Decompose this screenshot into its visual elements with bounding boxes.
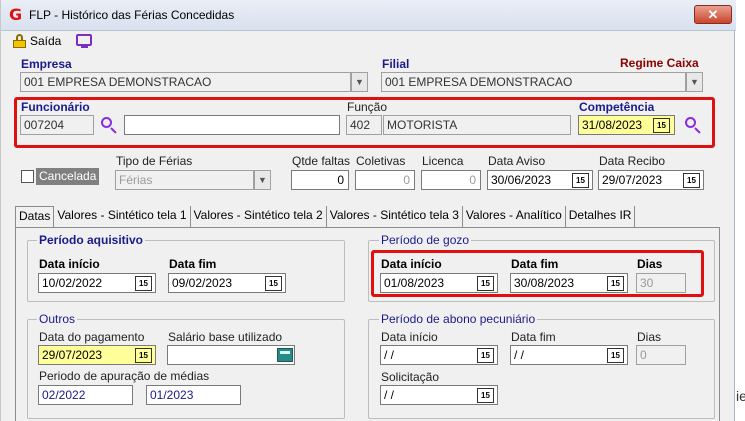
apuracao-label: Periodo de apuração de médias xyxy=(39,369,210,383)
licenca-label: Licenca xyxy=(422,154,464,168)
gozo-fim-calendar-icon[interactable]: 15 xyxy=(607,276,624,291)
exit-label: Saída xyxy=(30,34,62,48)
exit-button[interactable]: Saída xyxy=(13,33,61,49)
gozo-fim-label: Data fim xyxy=(511,257,559,271)
search-funcionario-icon[interactable] xyxy=(100,116,118,134)
tab-valores-analitico[interactable]: Valores - Analítico xyxy=(463,206,566,227)
tab-valores-sintetico-3[interactable]: Valores - Sintético tela 3 xyxy=(327,206,463,227)
aquisitivo-inicio-label: Data início xyxy=(39,257,100,271)
abono-inicio-calendar-icon[interactable]: 15 xyxy=(477,348,494,363)
tab-detalhes-ir[interactable]: Detalhes IR xyxy=(566,206,636,227)
background-edge-text: ie xyxy=(736,388,745,404)
apuracao-fim-field[interactable]: 01/2023 xyxy=(146,385,241,405)
filial-select[interactable]: 001 EMPRESA DEMONSTRACAO xyxy=(381,72,686,92)
funcionario-label: Funcionário xyxy=(21,100,90,114)
gozo-dias-label: Dias xyxy=(637,257,663,271)
competencia-label: Competência xyxy=(579,100,655,114)
aquisitivo-fim-calendar-icon[interactable]: 15 xyxy=(265,276,282,291)
periodo-aquisitivo-title: Período aquisitivo xyxy=(37,233,146,247)
close-button[interactable]: ✕ xyxy=(694,5,732,24)
tab-valores-sintetico-2[interactable]: Valores - Sintético tela 2 xyxy=(191,206,327,227)
filial-dropdown-button[interactable]: ▼ xyxy=(686,72,703,92)
main-window: G FLP - Histórico das Férias Concedidas … xyxy=(0,0,736,421)
outros-title: Outros xyxy=(37,312,78,326)
abono-dias-label: Dias xyxy=(637,330,662,344)
pagamento-label: Data do pagamento xyxy=(39,330,145,344)
funcao-name-field: MOTORISTA xyxy=(383,115,571,135)
periodo-gozo-title: Período de gozo xyxy=(379,233,472,247)
empresa-label: Empresa xyxy=(21,57,72,71)
empresa-select[interactable]: 001 EMPRESA DEMONSTRACAO xyxy=(20,72,351,92)
salario-field[interactable] xyxy=(167,345,295,365)
aquisitivo-inicio-calendar-icon[interactable]: 15 xyxy=(135,276,152,291)
tipo-ferias-dropdown-button[interactable]: ▼ xyxy=(254,170,271,190)
filial-label: Filial xyxy=(382,57,410,71)
app-logo-icon: G xyxy=(9,5,23,24)
title-bar[interactable]: G FLP - Histórico das Férias Concedidas … xyxy=(1,0,736,31)
coletivas-field[interactable]: 0 xyxy=(355,170,415,190)
salario-label: Salário base utilizado xyxy=(168,330,283,344)
funcao-code-field: 402 xyxy=(346,115,382,135)
data-recibo-calendar-icon[interactable]: 15 xyxy=(683,173,700,188)
coletivas-label: Coletivas xyxy=(356,154,406,168)
tipo-ferias-select[interactable]: Férias xyxy=(115,170,254,190)
calculator-icon[interactable] xyxy=(277,348,293,362)
data-aviso-label: Data Aviso xyxy=(488,154,546,168)
tab-strip: Datas Valores - Sintético tela 1 Valores… xyxy=(15,206,636,229)
gozo-inicio-calendar-icon[interactable]: 15 xyxy=(477,276,494,291)
faltas-field[interactable]: 0 xyxy=(291,170,349,190)
gozo-dias-field: 30 xyxy=(636,273,686,293)
competencia-calendar-icon[interactable]: 15 xyxy=(653,118,670,133)
funcionario-code-field[interactable]: 007204 xyxy=(20,115,94,135)
lock-icon xyxy=(13,34,26,48)
tab-datas[interactable]: Datas xyxy=(15,206,55,229)
aquisitivo-fim-label: Data fim xyxy=(169,257,217,271)
window-title: FLP - Histórico das Férias Concedidas xyxy=(29,8,235,22)
search-competencia-icon[interactable] xyxy=(684,116,702,134)
solicitacao-calendar-icon[interactable]: 15 xyxy=(477,388,494,403)
abono-dias-field: 0 xyxy=(636,345,686,365)
cancelada-label: Cancelada xyxy=(36,168,100,185)
funcionario-name-field[interactable] xyxy=(124,115,340,135)
faltas-label: Qtde faltas xyxy=(292,154,351,168)
monitor-icon[interactable] xyxy=(76,34,92,48)
funcao-label: Função xyxy=(347,100,388,114)
pagamento-calendar-icon[interactable]: 15 xyxy=(135,348,152,363)
tipo-ferias-label: Tipo de Férias xyxy=(116,154,193,168)
abono-title: Período de abono pecuniário xyxy=(379,312,538,326)
licenca-field[interactable]: 0 xyxy=(421,170,481,190)
abono-fim-label: Data fim xyxy=(511,330,556,344)
regime-caixa-label: Regime Caixa xyxy=(620,56,699,70)
apuracao-inicio-field[interactable]: 02/2022 xyxy=(38,385,133,405)
solicitacao-label: Solicitação xyxy=(381,370,440,384)
abono-inicio-label: Data início xyxy=(381,330,438,344)
abono-fim-calendar-icon[interactable]: 15 xyxy=(607,348,624,363)
gozo-inicio-label: Data início xyxy=(381,257,442,271)
empresa-dropdown-button[interactable]: ▼ xyxy=(351,72,368,92)
data-aviso-calendar-icon[interactable]: 15 xyxy=(572,173,589,188)
cancelada-checkbox[interactable] xyxy=(21,170,34,183)
tab-valores-sintetico-1[interactable]: Valores - Sintético tela 1 xyxy=(54,206,191,227)
data-recibo-label: Data Recibo xyxy=(599,154,666,168)
